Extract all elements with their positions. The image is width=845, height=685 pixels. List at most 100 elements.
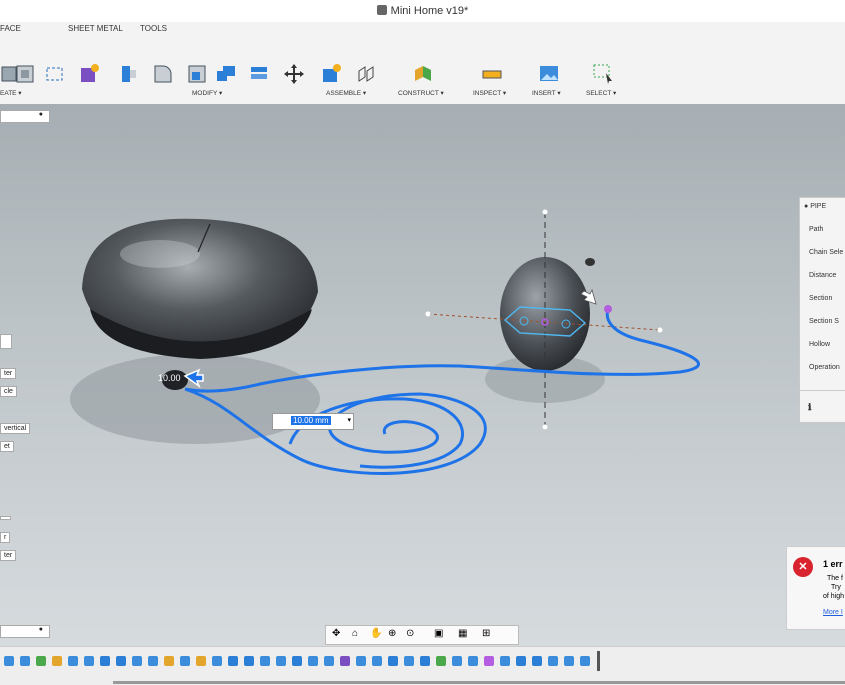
form-icon[interactable] <box>78 63 100 85</box>
panel-item[interactable]: vertical <box>0 423 31 434</box>
timeline-feature[interactable] <box>116 656 126 666</box>
timeline-feature[interactable] <box>324 656 334 666</box>
timeline-marker[interactable] <box>597 651 600 671</box>
press-pull-icon[interactable] <box>119 63 141 85</box>
timeline-feature[interactable] <box>260 656 270 666</box>
3d-viewport[interactable]: 10.00 <box>0 104 845 646</box>
comments-panel-header[interactable]: ● <box>0 625 50 638</box>
shell-icon[interactable] <box>14 63 36 85</box>
path-start-point[interactable] <box>604 305 612 313</box>
timeline-feature[interactable] <box>436 656 446 666</box>
panel-item[interactable]: ter <box>0 368 17 379</box>
timeline-feature[interactable] <box>100 656 110 666</box>
grid-icon[interactable]: ▦ <box>458 628 467 639</box>
timeline-feature[interactable] <box>132 656 142 666</box>
pin-icon[interactable]: ● <box>39 111 43 118</box>
panel-item[interactable]: cle <box>0 386 17 397</box>
timeline-feature[interactable] <box>388 656 398 666</box>
insert-image-icon[interactable] <box>538 63 560 85</box>
timeline-feature[interactable] <box>340 656 350 666</box>
panel-item[interactable]: r <box>0 532 11 543</box>
viewports-icon[interactable]: ⊞ <box>482 628 490 639</box>
timeline-feature[interactable] <box>468 656 478 666</box>
joint-icon[interactable] <box>355 63 377 85</box>
group-insert[interactable]: INSERT ▾ <box>532 89 561 97</box>
sketch-icon[interactable] <box>44 63 66 85</box>
select-icon[interactable] <box>592 63 614 85</box>
more-info-link[interactable]: More I <box>823 609 843 616</box>
info-icon[interactable]: ℹ <box>808 402 811 413</box>
measure-icon[interactable] <box>481 63 503 85</box>
distance-value[interactable]: 10.00 mm <box>291 416 331 425</box>
orbit-icon[interactable]: ✥ <box>332 628 340 639</box>
timeline-feature[interactable] <box>564 656 574 666</box>
group-assemble[interactable]: ASSEMBLE ▾ <box>326 89 366 97</box>
timeline-feature[interactable] <box>244 656 254 666</box>
timeline-feature[interactable] <box>212 656 222 666</box>
zoom-icon[interactable]: ⊕ <box>388 628 396 639</box>
timeline-feature[interactable] <box>452 656 462 666</box>
pipe-row-chain[interactable]: Chain Sele <box>809 249 843 256</box>
plane-icon[interactable] <box>412 63 434 85</box>
timeline-feature[interactable] <box>196 656 206 666</box>
group-inspect[interactable]: INSPECT ▾ <box>473 89 506 97</box>
group-create[interactable]: EATE ▾ <box>0 89 22 97</box>
new-component-icon[interactable] <box>320 63 342 85</box>
timeline-feature[interactable] <box>484 656 494 666</box>
panel-item[interactable]: et <box>0 441 14 452</box>
timeline-feature[interactable] <box>148 656 158 666</box>
axis-point[interactable] <box>542 424 548 430</box>
timeline-feature[interactable] <box>308 656 318 666</box>
axis-point[interactable] <box>657 327 663 333</box>
timeline-feature[interactable] <box>84 656 94 666</box>
pipe-row-section-size[interactable]: Section S <box>809 318 839 325</box>
timeline-feature[interactable] <box>228 656 238 666</box>
timeline-feature[interactable] <box>164 656 174 666</box>
model-canvas[interactable]: 10.00 <box>0 104 845 646</box>
timeline-feature[interactable] <box>276 656 286 666</box>
timeline-feature[interactable] <box>292 656 302 666</box>
tab-tools[interactable]: TOOLS <box>140 24 167 33</box>
timeline-feature[interactable] <box>516 656 526 666</box>
look-at-icon[interactable]: ⌂ <box>352 628 358 639</box>
timeline-feature[interactable] <box>180 656 190 666</box>
pipe-header[interactable]: ● PIPE <box>804 203 826 210</box>
group-construct[interactable]: CONSTRUCT ▾ <box>398 89 444 97</box>
timeline-feature[interactable] <box>500 656 510 666</box>
pan-icon[interactable]: ✋ <box>370 628 382 639</box>
timeline-feature[interactable] <box>4 656 14 666</box>
timeline-feature[interactable] <box>404 656 414 666</box>
tab-sheet-metal[interactable]: SHEET METAL <box>68 24 123 33</box>
combine-icon[interactable] <box>215 63 237 85</box>
zoom-window-icon[interactable]: ⊙ <box>406 628 414 639</box>
pipe-row-hollow[interactable]: Hollow <box>809 341 830 348</box>
pipe-row-section[interactable]: Section <box>809 295 832 302</box>
timeline-feature[interactable] <box>20 656 30 666</box>
fillet-icon[interactable] <box>152 63 174 85</box>
chamfer-icon[interactable] <box>186 63 208 85</box>
split-body-icon[interactable] <box>248 63 270 85</box>
axis-point[interactable] <box>542 209 548 215</box>
chevron-down-icon[interactable]: ▾ <box>347 416 351 424</box>
pipe-row-distance[interactable]: Distance <box>809 272 836 279</box>
timeline-feature[interactable] <box>52 656 62 666</box>
pipe-row-operation[interactable]: Operation <box>809 364 840 371</box>
collapse-icon[interactable]: ● <box>804 203 808 210</box>
browser-panel-header[interactable]: ● <box>0 110 50 123</box>
group-modify[interactable]: MODIFY ▾ <box>192 89 222 97</box>
panel-item[interactable]: ter <box>0 550 17 561</box>
timeline-feature[interactable] <box>548 656 558 666</box>
pin-icon[interactable]: ● <box>39 626 43 633</box>
panel-item[interactable] <box>0 334 12 349</box>
axis-point[interactable] <box>425 311 431 317</box>
tab-surface[interactable]: FACE <box>0 24 21 33</box>
timeline-feature[interactable] <box>356 656 366 666</box>
timeline-feature[interactable] <box>36 656 46 666</box>
timeline-feature[interactable] <box>372 656 382 666</box>
display-settings-icon[interactable]: ▣ <box>434 628 443 639</box>
move-icon[interactable] <box>283 63 305 85</box>
group-select[interactable]: SELECT ▾ <box>586 89 616 97</box>
panel-item[interactable] <box>0 516 11 520</box>
pipe-row-path[interactable]: Path <box>809 226 823 233</box>
timeline-feature[interactable] <box>580 656 590 666</box>
